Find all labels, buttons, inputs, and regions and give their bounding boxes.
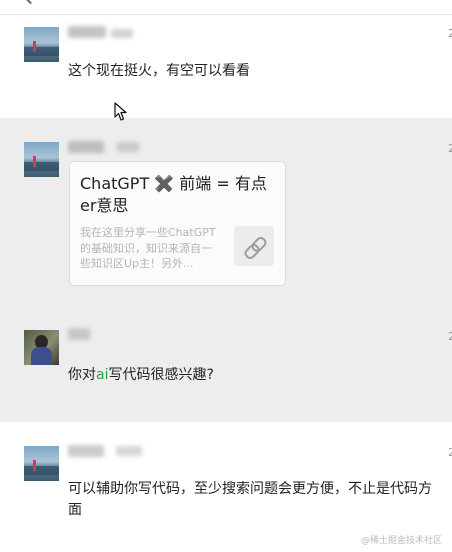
comment-item: 2 你对ai写代码很感兴趣?: [0, 303, 452, 422]
comment-text: 这个现在挺火，有空可以看看: [68, 63, 250, 79]
avatar[interactable]: [24, 446, 59, 481]
comment-text-part: 你对: [68, 367, 96, 383]
comment-text: 你对ai写代码很感兴趣?: [68, 365, 436, 386]
link-card[interactable]: ChatGPT ✖️ 前端 = 有点er意思 我在这里分享一些ChatGPT的基…: [69, 161, 286, 286]
back-icon[interactable]: [22, 0, 39, 5]
username-redacted: [111, 29, 133, 38]
timestamp: 2: [448, 330, 452, 343]
top-bar: [0, 0, 452, 15]
username-redacted: [68, 26, 106, 38]
timestamp: 2: [448, 446, 452, 459]
username-redacted: [116, 446, 142, 456]
username-redacted: [117, 142, 139, 152]
username-redacted: [68, 141, 104, 153]
username-redacted: [68, 328, 90, 340]
username-redacted: [68, 445, 104, 457]
comment-item: 2 这个现在挺火，有空可以看看: [0, 15, 452, 118]
timestamp: 2: [448, 142, 452, 155]
comment-text: 可以辅助你写代码，至少搜索问题会更方便，不止是代码方面: [68, 481, 432, 518]
avatar[interactable]: [24, 27, 59, 62]
comment-item: 2 ChatGPT ✖️ 前端 = 有点er意思 我在这里分享一些ChatGPT…: [0, 118, 452, 303]
card-description: 我在这里分享一些ChatGPT的基础知识，知识来源自一些知识区Up主！另外...: [80, 226, 216, 270]
mouse-cursor-icon: [114, 102, 127, 121]
avatar[interactable]: [24, 330, 59, 365]
timestamp: 2: [448, 27, 452, 40]
avatar[interactable]: [24, 142, 59, 177]
watermark: @稀土掘金技术社区: [360, 536, 442, 546]
link-icon: [234, 226, 274, 266]
card-title: ChatGPT ✖️ 前端 = 有点er意思: [80, 174, 267, 215]
highlight-keyword: ai: [96, 367, 109, 383]
comment-text-part: 写代码很感兴趣?: [108, 367, 214, 383]
